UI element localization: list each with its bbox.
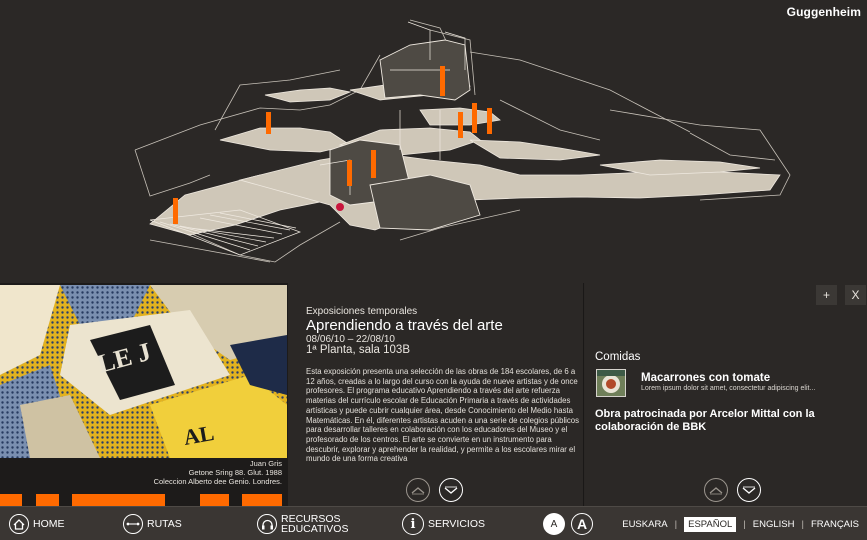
chevron-down-icon [444,486,458,494]
lang-english[interactable]: ENGLISH [753,519,795,530]
page-bar[interactable] [0,494,22,506]
sponsor-text: Obra patrocinada por Arcelor Mittal con … [595,408,815,433]
lang-euskara[interactable]: EUSKARA [622,519,667,530]
exhibition-category: Exposiciones temporales [306,306,418,317]
nav-recursos-label: RECURSOS EDUCATIVOS [281,514,349,535]
artwork-artist: Juan Gris [249,459,282,468]
artwork-credit: Juan Gris Getone Sring 88. Glut. 1988 Co… [154,459,282,486]
exhibition-location: 1ª Planta, sala 103B [306,344,410,356]
chevron-up-icon [709,486,723,494]
dish-thumbnail[interactable] [596,369,626,397]
page-bar[interactable] [200,494,229,506]
artwork-panel: LE J AL Juan Gris Getone Sring 88. Glut.… [0,283,288,506]
bottom-navigation: HOME RUTAS RECURSOS EDUCATIVOS i SERVICI… [0,506,867,540]
building-floorplan [134,19,791,263]
nav-rutas-label: RUTAS [147,518,182,530]
nav-servicios[interactable]: i SERVICIOS [402,507,485,540]
nav-rutas[interactable]: RUTAS [123,507,182,540]
exhibition-scroll-controls [406,478,463,502]
museum-map[interactable]: Guggenheim [0,0,867,283]
scroll-up-button[interactable] [406,478,430,502]
nav-recursos-line2: EDUCATIVOS [281,523,349,535]
expand-button[interactable]: + [816,285,837,305]
close-button[interactable]: X [845,285,866,305]
page-bar[interactable] [242,494,282,506]
lang-separator: | [743,518,746,530]
nav-recursos[interactable]: RECURSOS EDUCATIVOS [257,507,348,540]
artwork-image[interactable]: LE J AL [0,285,287,458]
exhibition-panel: Exposiciones temporales Aprendiendo a tr… [288,283,584,506]
chevron-up-icon [411,486,425,494]
brand-logo: Guggenheim [786,5,861,19]
route-icon [123,514,143,534]
lang-separator: | [801,518,804,530]
svg-text:AL: AL [182,420,216,450]
font-small-button[interactable]: A [543,513,565,535]
exhibition-title: Aprendiendo a través del arte [306,317,503,334]
food-panel: + X Comidas Macarrones con tomate Lorem … [585,283,867,506]
food-heading: Comidas [595,351,641,363]
scroll-down-button[interactable] [439,478,463,502]
page-bar[interactable] [36,494,59,506]
scroll-down-button[interactable] [737,478,761,502]
home-icon [9,514,29,534]
lang-espanol[interactable]: ESPAÑOL [684,516,737,532]
lang-separator: | [674,518,678,530]
chevron-down-icon [742,486,756,494]
info-icon: i [402,513,424,535]
dish-description: Lorem ipsum dolor sit amet, consectetur … [641,385,816,392]
nav-home-label: HOME [33,518,65,530]
nav-home[interactable]: HOME [9,507,65,540]
artwork-title: Getone Sring 88. Glut. 1988 [188,468,282,477]
language-selector: EUSKARA | ESPAÑOL | ENGLISH | FRANÇAIS [622,507,859,540]
current-location-marker [336,203,344,211]
page-bar-active[interactable] [72,494,165,506]
dish-name[interactable]: Macarrones con tomate [641,372,770,384]
exhibition-description: Esta exposición presenta una selección d… [306,367,580,464]
font-large-button[interactable]: A [571,513,593,535]
nav-servicios-label: SERVICIOS [428,518,485,530]
headphones-icon [257,514,277,534]
lang-francais[interactable]: FRANÇAIS [811,519,859,530]
scroll-up-button[interactable] [704,478,728,502]
food-scroll-controls [704,478,761,502]
artwork-collection: Coleccion Alberto dee Genio. Londres. [153,477,282,486]
content-panels: LE J AL Juan Gris Getone Sring 88. Glut.… [0,283,867,506]
artwork-pagination [0,494,288,506]
